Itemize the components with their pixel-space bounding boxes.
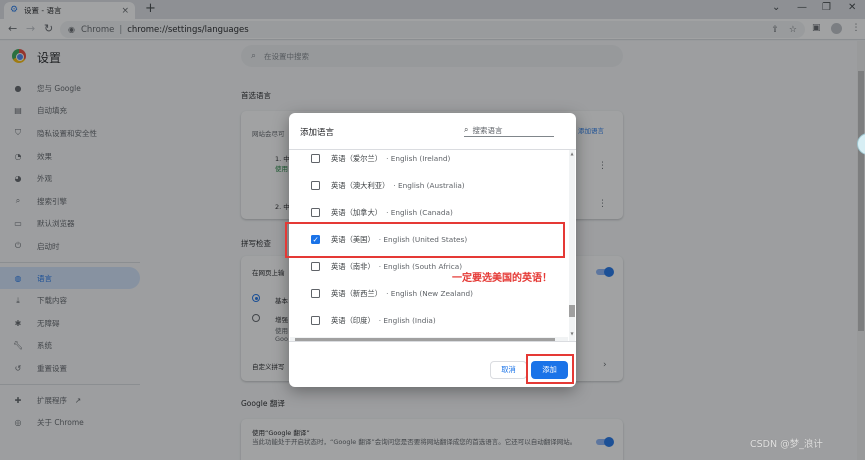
language-english-name: · English (South Africa)	[378, 262, 463, 271]
language-list-horizontal-scrollbar[interactable]	[290, 337, 568, 341]
language-list-vertical-scrollbar[interactable]: ▲ ▼	[569, 150, 575, 341]
language-checkbox[interactable]	[311, 289, 320, 298]
language-checkbox[interactable]	[311, 208, 320, 217]
horizontal-scrollbar-thumb[interactable]	[295, 338, 555, 341]
language-checkbox[interactable]	[311, 181, 320, 190]
language-english-name: · English (Australia)	[393, 181, 465, 190]
list-item[interactable]: 英语（澳大利亚） · English (Australia)	[289, 172, 569, 199]
scroll-down-arrow-icon[interactable]: ▼	[569, 331, 575, 336]
language-native-name: 英语（南非）	[331, 261, 375, 271]
annotation-note: 一定要选美国的英语！	[452, 273, 552, 284]
language-english-name: · English (Canada)	[386, 208, 453, 217]
scroll-up-arrow-icon[interactable]: ▲	[569, 151, 575, 156]
language-native-name: 英语（澳大利亚）	[331, 180, 390, 190]
language-english-name: · English (Ireland)	[386, 154, 451, 163]
language-checkbox[interactable]	[311, 154, 320, 163]
language-native-name: 英语（新西兰）	[331, 288, 383, 298]
language-search-input[interactable]: ⌕ 搜索语言	[464, 124, 554, 137]
language-english-name: · English (New Zealand)	[386, 289, 474, 298]
language-native-name: 英语（爱尔兰）	[331, 153, 383, 163]
search-icon: ⌕	[464, 125, 469, 134]
language-search-placeholder: 搜索语言	[472, 125, 503, 135]
cancel-button[interactable]: 取消	[490, 361, 527, 379]
language-checkbox[interactable]	[311, 262, 320, 271]
language-english-name: · English (India)	[378, 316, 436, 325]
language-native-name: 英语（印度）	[331, 315, 375, 325]
watermark: CSDN @梦_浪计	[750, 439, 823, 450]
language-native-name: 英语（加拿大）	[331, 207, 383, 217]
list-item[interactable]: 英语（印度） · English (India)	[289, 307, 569, 334]
vertical-scrollbar-thumb[interactable]	[569, 305, 575, 317]
highlight-box-add-button	[526, 354, 574, 384]
highlight-box-united-states	[285, 222, 565, 258]
dialog-title: 添加语言	[300, 128, 335, 138]
language-checkbox[interactable]	[311, 316, 320, 325]
list-item[interactable]: 英语（新西兰） · English (New Zealand)	[289, 280, 569, 307]
list-item[interactable]: 英语（爱尔兰） · English (Ireland)	[289, 150, 569, 172]
